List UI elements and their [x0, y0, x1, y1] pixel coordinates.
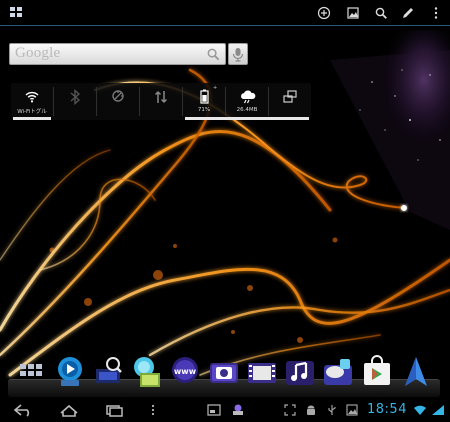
battery-icon — [200, 89, 209, 104]
toggle-battery[interactable]: + 71% — [183, 83, 225, 120]
image-icon — [346, 404, 358, 416]
expand-icon — [284, 404, 296, 416]
edit-icon[interactable] — [400, 5, 416, 21]
back-icon[interactable] — [12, 403, 34, 417]
app-drawer-icon[interactable] — [18, 362, 50, 396]
notification-icon[interactable] — [231, 404, 245, 416]
wifi-label: Wi-Fiトグル — [17, 109, 47, 115]
toggle-gps[interactable] — [97, 83, 139, 120]
charging-indicator: + — [213, 85, 218, 91]
search-icon[interactable] — [206, 47, 221, 62]
mic-icon — [232, 48, 244, 62]
messaging-icon[interactable] — [322, 355, 354, 389]
rotate-icon — [283, 90, 297, 103]
toggle-wifi[interactable]: Wi-Fiトグル — [11, 83, 53, 120]
music-icon[interactable] — [284, 355, 316, 389]
network-search-icon[interactable] — [93, 355, 125, 389]
gps-icon — [112, 90, 124, 102]
weather-icon — [241, 90, 256, 104]
toggle-bluetooth[interactable] — [54, 83, 96, 120]
play-store-icon[interactable] — [361, 355, 393, 389]
android-icon — [307, 405, 315, 415]
camera-icon[interactable] — [208, 355, 240, 389]
video-icon[interactable] — [246, 355, 278, 389]
toggle-weather[interactable]: 26.4MB — [226, 83, 268, 120]
system-bar: 18:54 — [0, 399, 450, 422]
navigation-icon[interactable] — [400, 355, 432, 389]
wifi-signal-icon — [414, 405, 426, 415]
browser-www-label: www — [174, 367, 197, 376]
search-icon[interactable] — [373, 5, 389, 21]
toggle-rotate[interactable] — [269, 83, 311, 120]
browser-icon[interactable]: www — [169, 355, 201, 389]
wallpaper-icon[interactable] — [345, 5, 361, 21]
google-search-bar[interactable]: Google — [9, 43, 226, 65]
launcher-action-bar — [0, 0, 450, 26]
recent-apps-icon[interactable] — [103, 403, 125, 417]
all-apps-grid-icon[interactable] — [10, 7, 24, 19]
wifi-active-bar — [13, 117, 51, 120]
gallery-icon[interactable] — [130, 355, 162, 389]
overflow-menu-icon[interactable] — [428, 5, 444, 21]
power-control-widget: Wi-Fiトグル + 71% 26.4MB — [11, 83, 311, 120]
sync-icon — [154, 90, 168, 104]
media-player-icon[interactable] — [55, 355, 87, 389]
bluetooth-icon — [70, 88, 81, 106]
home-icon[interactable] — [58, 403, 80, 417]
clock[interactable]: 18:54 — [367, 402, 407, 417]
wifi-icon — [25, 91, 39, 103]
battery-weather-active-bar — [185, 117, 309, 120]
voice-search-button[interactable] — [228, 43, 248, 65]
usb-icon — [328, 405, 336, 415]
cell-signal-icon — [432, 405, 444, 415]
add-icon[interactable] — [316, 5, 332, 21]
menu-icon[interactable] — [148, 403, 158, 417]
toggle-sync[interactable] — [140, 83, 182, 120]
action-bar-divider — [0, 25, 450, 26]
memory-label: 26.4MB — [236, 107, 258, 113]
screenshot-icon[interactable] — [207, 404, 221, 416]
search-placeholder: Google — [15, 45, 61, 61]
battery-label: 71% — [197, 107, 211, 113]
